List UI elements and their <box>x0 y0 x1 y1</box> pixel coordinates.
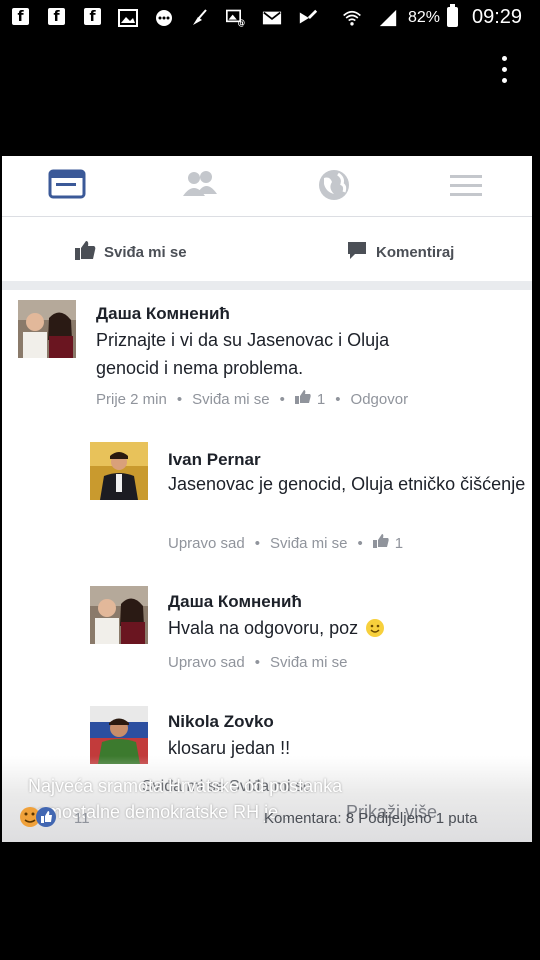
like-button-label: Sviđa mi se <box>104 243 187 261</box>
avatar[interactable] <box>18 300 76 358</box>
reaction-count: 11 <box>74 810 90 827</box>
post-action-bar: Sviđa mi se Komentiraj <box>2 217 532 281</box>
status-bar: f f f @ 82% 09:29 <box>0 0 540 36</box>
comment-text: Priznajte i vi da su Jasenovac i Oluja g… <box>96 330 390 378</box>
comment-author[interactable]: Даша Комненић <box>96 304 230 324</box>
comment-time: Upravo sad <box>168 534 245 552</box>
facebook-icon: f <box>12 8 29 25</box>
comment-button-label: Komentiraj <box>376 243 455 261</box>
facebook-nav-bar <box>2 156 532 217</box>
check-icon <box>298 8 318 28</box>
comment-like-link[interactable]: Sviđa mi se <box>192 391 270 408</box>
comment-bubble-icon <box>346 239 368 265</box>
svg-text:@: @ <box>238 19 246 28</box>
comment-meta: Upravo sad • Sviđa mi se • 1 <box>168 534 404 552</box>
comment-author[interactable]: Nikola Zovko <box>168 712 274 732</box>
broom-icon <box>190 8 210 28</box>
thumbs-up-icon <box>294 390 311 408</box>
friends-icon[interactable] <box>180 168 220 202</box>
post-caption-overlay <box>2 756 532 842</box>
comment-meta: Upravo sad • Sviđa mi se <box>168 654 348 671</box>
reactions-icons[interactable] <box>18 804 66 830</box>
comment-reply-link[interactable]: Odgovor <box>351 391 409 408</box>
facebook-icon: f <box>48 8 65 25</box>
battery-percentage: 82% <box>408 9 441 26</box>
image-sms-icon: @ <box>226 8 246 28</box>
thumbs-up-icon <box>74 239 96 265</box>
comment-like-link[interactable]: Sviđa mi se <box>270 535 348 552</box>
gallery-icon <box>118 8 138 28</box>
comment-button[interactable]: Komentiraj <box>346 239 454 265</box>
comment-like-count: 1 <box>394 534 404 552</box>
battery-icon <box>447 4 458 27</box>
post-caption-line-2: samostalne demokratske RH je... <box>28 802 294 822</box>
like-button[interactable]: Sviđa mi se <box>74 239 187 265</box>
comment-like-count: 1 <box>316 390 326 408</box>
post-caption-line-1: Najveća sramota Hrvatske od postanka <box>28 776 343 796</box>
globe-icon[interactable] <box>314 168 354 202</box>
comment-author[interactable]: Ivan Pernar <box>168 450 261 470</box>
gmail-icon <box>262 8 282 28</box>
status-clock: 09:29 <box>472 6 523 28</box>
overflow-menu-icon[interactable] <box>498 56 510 90</box>
comment-text: Hvala na odgovoru, poz <box>168 614 528 642</box>
menu-icon[interactable] <box>446 168 486 202</box>
comment-text-body: Hvala na odgovoru, poz <box>168 618 359 638</box>
facebook-icon: f <box>84 8 101 25</box>
thumbs-up-icon <box>372 534 389 552</box>
smiley-emoji-icon <box>366 619 385 637</box>
comment-time: Upravo sad <box>168 654 245 671</box>
comment-like-link[interactable]: Sviđa mi se <box>270 654 348 671</box>
comment-time: Prije 2 min <box>96 390 167 408</box>
comment-text: Jasenovac je genocid, Oluja etničko čišć… <box>168 474 526 494</box>
news-feed-icon[interactable] <box>48 168 88 202</box>
comment-meta: Prije 2 min • Sviđa mi se • 1 • Odgovor <box>96 390 409 408</box>
avatar[interactable] <box>90 586 148 644</box>
comment-author[interactable]: Даша Комненић <box>168 592 302 612</box>
wifi-icon <box>342 8 362 28</box>
post-stats[interactable]: Komentara: 8 Podijeljeno 1 puta <box>264 810 477 827</box>
separator <box>2 281 532 290</box>
facebook-screenshot: Sviđa mi se Komentiraj Даша Комненић Pri… <box>2 156 532 842</box>
signal-icon <box>378 8 398 28</box>
avatar[interactable] <box>90 442 148 500</box>
messenger-icon <box>154 8 174 28</box>
